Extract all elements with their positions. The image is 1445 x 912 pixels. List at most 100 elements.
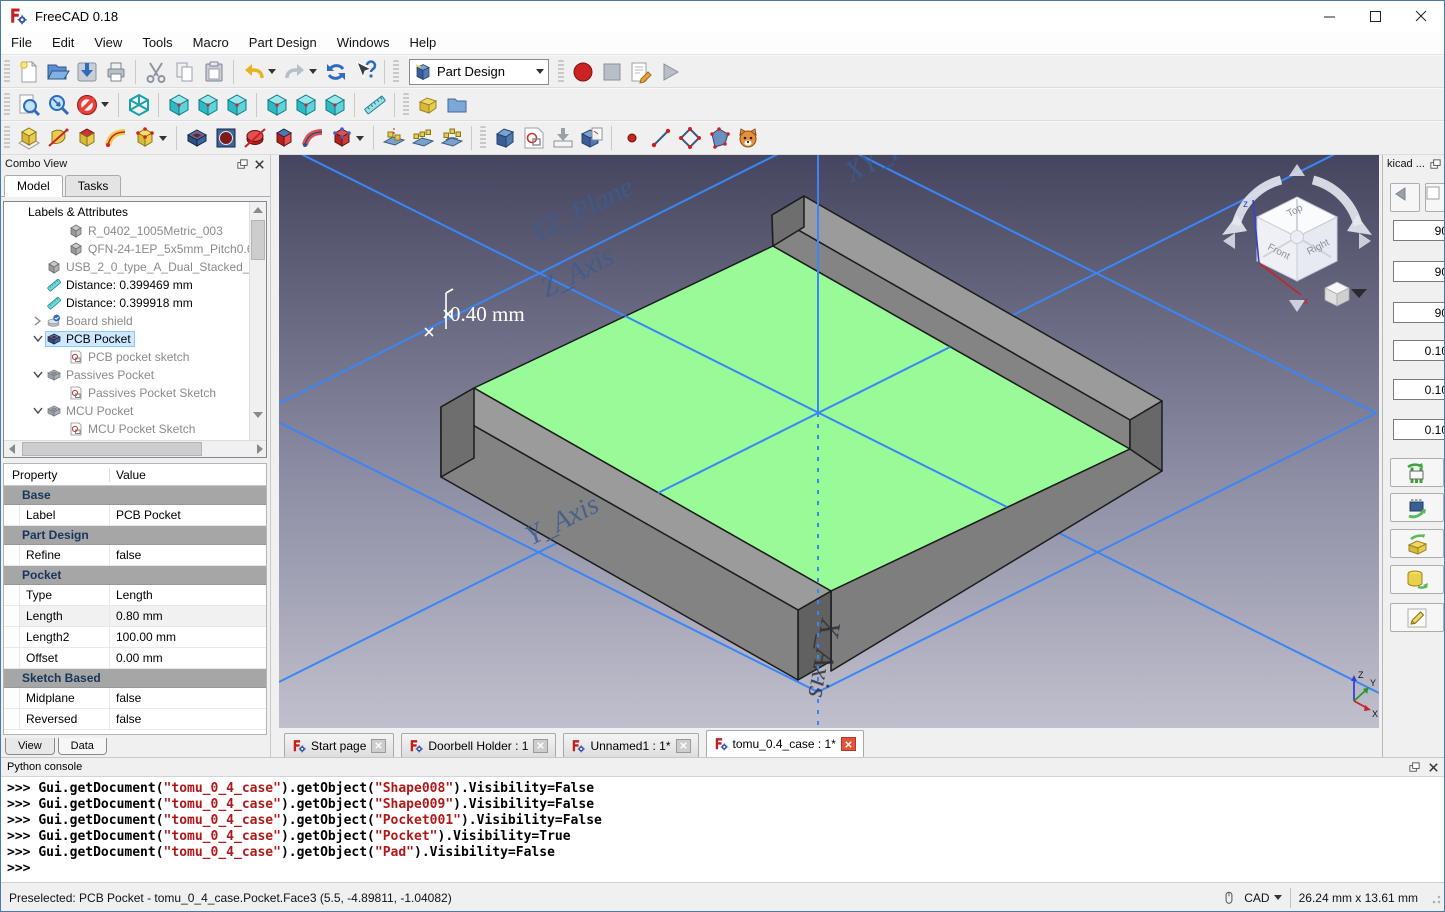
part-utility-button[interactable] [413, 90, 442, 119]
menu-part-design[interactable]: Part Design [239, 31, 327, 55]
toolbar-grip[interactable] [480, 126, 486, 150]
property-group-pocket[interactable]: Pocket [4, 566, 266, 585]
tab-doorbell-holder[interactable]: Doorbell Holder : 1 [401, 733, 556, 757]
property-row-reversed[interactable]: Reversedfalse [4, 709, 266, 730]
polar-pattern-button[interactable] [437, 124, 466, 153]
property-row-length2[interactable]: Length2100.00 mm [4, 627, 266, 648]
tree-item[interactable]: PCB pocket sketch [4, 348, 250, 366]
python-console-output[interactable]: >>> Gui.getDocument("tomu_0_4_case").get… [1, 777, 1445, 877]
property-row-type[interactable]: TypeLength [4, 585, 266, 606]
maximize-button[interactable] [1352, 1, 1398, 31]
section-view-button[interactable] [577, 124, 606, 153]
macro-edit-button[interactable] [626, 57, 655, 86]
kicad-back-button[interactable] [1390, 183, 1420, 212]
front-view-button[interactable] [164, 90, 193, 119]
tab-tasks[interactable]: Tasks [65, 175, 122, 196]
tree-item[interactable]: USB_2_0_type_A_Dual_Stacked_jac [4, 258, 250, 276]
property-row-refine[interactable]: Refinefalse [4, 545, 266, 566]
property-row-offset[interactable]: Offset0.00 mm [4, 648, 266, 669]
property-row-length[interactable]: Length0.80 mm [4, 606, 266, 627]
kicad-input-oz[interactable]: 0.10 [1393, 419, 1445, 440]
mirrored-pattern-button[interactable] [379, 124, 408, 153]
toolbar-grip[interactable] [4, 126, 10, 150]
tab-start-page[interactable]: Start page [284, 733, 394, 757]
close-tab-icon[interactable] [533, 739, 548, 753]
subtractive-pipe-button[interactable] [298, 124, 327, 153]
zoom-selection-button[interactable] [43, 90, 72, 119]
close-panel-icon[interactable] [253, 158, 266, 171]
new-document-button[interactable] [14, 57, 43, 86]
draw-style-dropdown-icon[interactable] [101, 102, 109, 107]
open-document-button[interactable] [43, 57, 72, 86]
pad-button[interactable] [14, 124, 43, 153]
groove-button[interactable] [240, 124, 269, 153]
tree-item[interactable]: Distance: 0.399469 mm [4, 276, 250, 294]
sketcher-fox-button[interactable] [733, 124, 762, 153]
kicad-input-rx[interactable]: 90 [1393, 220, 1445, 241]
linear-pattern-button[interactable] [408, 124, 437, 153]
chevron-right-icon[interactable] [30, 316, 46, 326]
float-panel-icon[interactable] [1408, 761, 1421, 774]
macro-record-button[interactable] [568, 57, 597, 86]
kicad-library-button[interactable] [1390, 565, 1444, 594]
close-panel-icon[interactable] [1427, 761, 1440, 774]
kicad-input-oy[interactable]: 0.10 [1393, 379, 1445, 400]
menu-windows[interactable]: Windows [327, 31, 400, 55]
create-polygon-button[interactable] [675, 124, 704, 153]
tree-item[interactable]: Distance: 0.399918 mm [4, 294, 250, 312]
undo-dropdown-icon[interactable] [268, 69, 276, 74]
property-row-midplane[interactable]: Midplanefalse [4, 688, 266, 709]
tab-model[interactable]: Model [4, 175, 63, 197]
property-group-sketch-based[interactable]: Sketch Based [4, 669, 266, 688]
kicad-input-rz[interactable]: 90 [1393, 302, 1445, 323]
close-tab-icon[interactable] [371, 739, 386, 753]
tree-item[interactable]: Passives Pocket Sketch [4, 384, 250, 402]
redo-button[interactable] [280, 57, 309, 86]
bottom-view-button[interactable] [291, 90, 320, 119]
kicad-blank-button[interactable] [1425, 183, 1445, 212]
tree-item[interactable]: Passives Pocket [4, 366, 250, 384]
menu-file[interactable]: File [1, 31, 42, 55]
create-line-button[interactable] [646, 124, 675, 153]
3d-viewport[interactable]: YZ_Plane Z_Axis Y_Axis X_Axis XY_Plane 0… [279, 155, 1379, 728]
axonometric-view-button[interactable] [124, 90, 153, 119]
tree-item[interactable]: R_0402_1005Metric_003 [4, 222, 250, 240]
additive-pipe-button[interactable] [101, 124, 130, 153]
create-sketch-button[interactable] [519, 124, 548, 153]
tree-item[interactable]: Board shield [4, 312, 250, 330]
chevron-down-icon[interactable] [30, 335, 46, 343]
tab-data[interactable]: Data [58, 738, 107, 755]
subtractive-loft-button[interactable] [269, 124, 298, 153]
kicad-export-board-button[interactable] [1390, 458, 1444, 487]
measure-button[interactable] [360, 90, 389, 119]
additive-primitive-dropdown-icon[interactable] [159, 136, 167, 141]
kicad-input-ox[interactable]: 0.10 [1393, 340, 1445, 361]
create-face-button[interactable] [704, 124, 733, 153]
toolbar-grip[interactable] [4, 60, 10, 84]
toolbar-grip[interactable] [558, 60, 564, 84]
kicad-import-parts-button[interactable] [1390, 493, 1444, 522]
property-group-base[interactable]: Base [4, 486, 266, 505]
group-button[interactable] [442, 90, 471, 119]
top-view-button[interactable] [193, 90, 222, 119]
float-panel-icon[interactable] [1429, 158, 1442, 171]
menu-help[interactable]: Help [399, 31, 446, 55]
tree-vertical-scrollbar[interactable] [249, 202, 266, 440]
property-group-part-design[interactable]: Part Design [4, 526, 266, 545]
paste-button[interactable] [199, 57, 228, 86]
left-view-button[interactable] [320, 90, 349, 119]
save-button[interactable] [72, 57, 101, 86]
menu-view[interactable]: View [84, 31, 132, 55]
map-sketch-button[interactable] [548, 124, 577, 153]
close-tab-icon[interactable] [676, 739, 691, 753]
tree-item-pcb-pocket[interactable]: PCB Pocket [4, 330, 250, 348]
draw-style-button[interactable] [72, 90, 101, 119]
cut-button[interactable] [141, 57, 170, 86]
pocket-button[interactable] [182, 124, 211, 153]
tab-tomu-case[interactable]: tomu_0.4_case : 1* [706, 730, 864, 757]
right-view-button[interactable] [222, 90, 251, 119]
kicad-export-case-button[interactable] [1390, 529, 1444, 558]
kicad-edit-button[interactable] [1390, 603, 1444, 632]
property-row-label[interactable]: LabelPCB Pocket [4, 505, 266, 526]
subtractive-primitive-button[interactable] [327, 124, 356, 153]
